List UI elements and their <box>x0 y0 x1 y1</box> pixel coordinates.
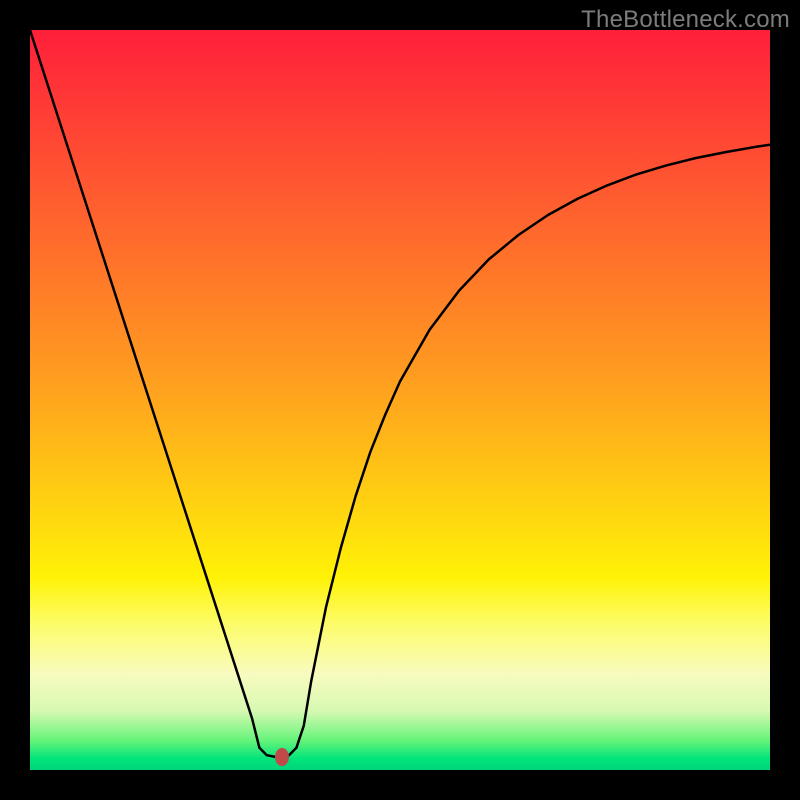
chart-frame: TheBottleneck.com <box>0 0 800 800</box>
minimum-marker <box>275 748 289 766</box>
plot-area <box>30 30 770 770</box>
bottleneck-curve <box>30 30 770 757</box>
curve-svg <box>30 30 770 770</box>
